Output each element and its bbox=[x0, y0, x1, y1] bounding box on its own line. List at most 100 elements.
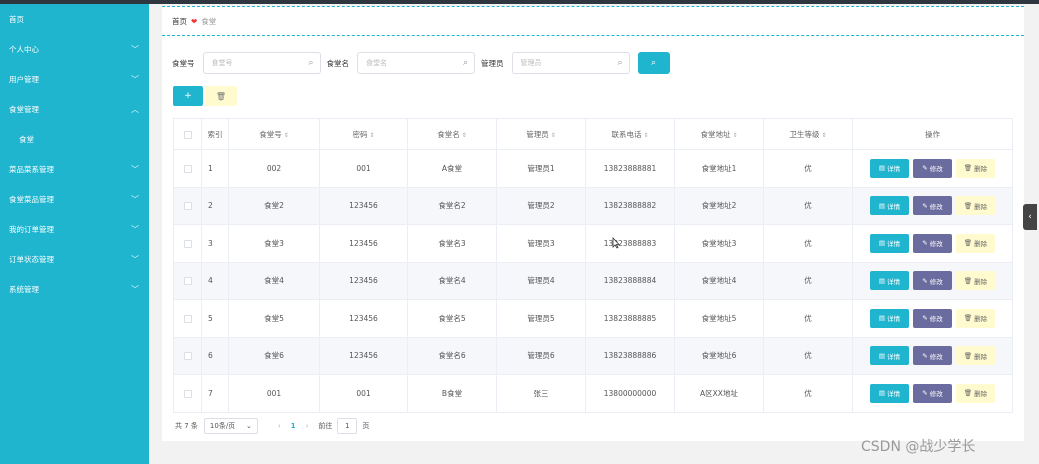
breadcrumb: 首页 ❤ 食堂 bbox=[162, 6, 1024, 36]
trash-icon: 🗑 bbox=[963, 314, 973, 323]
delete-label: 删除 bbox=[974, 277, 988, 286]
edit-button[interactable]: ✎ 修改 bbox=[913, 346, 952, 366]
table-row: 1 002 001 A食堂 管理员1 13823888881 食堂地址1 优 ▤ 详情 ✎ 修改 🗑 删除 bbox=[173, 149, 1013, 188]
table-cell: 管理员5 bbox=[496, 299, 586, 338]
table-cell: 优 bbox=[763, 336, 853, 375]
delete-button[interactable]: 🗑 删除 bbox=[956, 233, 995, 253]
sidebar: 首页个人中心 ﹀ 用户管理 ﹀ 食堂管理 ︿ 食堂 菜品菜系管理 ﹀ 食堂菜品管理 ﹀ 我的订单管理 ﹀… bbox=[0, 4, 149, 464]
sidebar-item[interactable]: 我的订单管理 ﹀ bbox=[0, 214, 149, 244]
detail-button[interactable]: ▤ 详情 bbox=[870, 383, 909, 403]
table-cell: 13823888886 bbox=[585, 336, 675, 375]
batch-delete-button[interactable]: 🗑 bbox=[205, 86, 237, 106]
column-header[interactable]: 管理员 ⇕ bbox=[496, 118, 586, 150]
canteen-name-input[interactable]: 食堂名 ⌕ bbox=[357, 52, 475, 74]
goto-page-input[interactable]: 1 bbox=[337, 418, 358, 434]
row-checkbox[interactable] bbox=[183, 277, 192, 286]
sidebar-item[interactable]: 用户管理 ﹀ bbox=[0, 64, 149, 94]
table-cell: 食堂3 bbox=[228, 224, 320, 263]
chevron-down-icon: ﹀ bbox=[131, 224, 139, 234]
row-checkbox[interactable] bbox=[183, 239, 192, 248]
sidebar-item[interactable]: 系统管理 ﹀ bbox=[0, 274, 149, 304]
canteen-no-input[interactable]: 食堂号 ⌕ bbox=[202, 52, 321, 74]
sort-icon[interactable]: ⇕ bbox=[284, 132, 289, 139]
table-cell: 123456 bbox=[319, 186, 408, 225]
delete-button[interactable]: 🗑 删除 bbox=[956, 308, 995, 328]
edit-button[interactable]: ✎ 修改 bbox=[913, 233, 952, 253]
prev-page-icon[interactable]: ‹ bbox=[278, 422, 281, 430]
detail-icon: ▤ bbox=[878, 276, 886, 285]
detail-button[interactable]: ▤ 详情 bbox=[870, 271, 909, 291]
page-size-select[interactable]: 10条/页 ⌄ bbox=[203, 418, 258, 434]
detail-icon: ▤ bbox=[878, 351, 886, 360]
sort-icon[interactable]: ⇕ bbox=[643, 132, 648, 139]
table-cell: 2 bbox=[201, 186, 229, 225]
edit-button[interactable]: ✎ 修改 bbox=[913, 158, 952, 178]
breadcrumb-home[interactable]: 首页 bbox=[172, 16, 187, 27]
sidebar-item[interactable]: 食堂管理 ︿ bbox=[0, 94, 149, 124]
sidebar-item[interactable]: 食堂 bbox=[0, 124, 149, 154]
next-page-icon[interactable]: › bbox=[306, 422, 309, 430]
search-icon: ⌕ bbox=[308, 58, 314, 68]
column-header[interactable]: 卫生等级 ⇕ bbox=[763, 118, 853, 150]
edit-button[interactable]: ✎ 修改 bbox=[913, 271, 952, 291]
column-header[interactable]: 食堂地址 ⇕ bbox=[674, 118, 764, 150]
row-checkbox[interactable] bbox=[183, 389, 192, 398]
column-header[interactable]: 密码 ⇕ bbox=[319, 118, 408, 150]
table-cell: 001 bbox=[319, 374, 408, 413]
edit-button[interactable]: ✎ 修改 bbox=[913, 383, 952, 403]
column-header-label: 索引 bbox=[207, 129, 223, 139]
edit-button[interactable]: ✎ 修改 bbox=[913, 196, 952, 216]
detail-button[interactable]: ▤ 详情 bbox=[870, 158, 909, 178]
row-checkbox[interactable] bbox=[183, 202, 192, 211]
table-cell: 1 bbox=[201, 149, 229, 188]
select-all-checkbox[interactable] bbox=[183, 130, 192, 139]
delete-button[interactable]: 🗑 删除 bbox=[956, 346, 995, 366]
row-checkbox[interactable] bbox=[183, 314, 192, 323]
delete-button[interactable]: 🗑 删除 bbox=[956, 158, 995, 178]
delete-button[interactable]: 🗑 删除 bbox=[956, 271, 995, 291]
chevron-down-icon: ﹀ bbox=[131, 74, 139, 84]
table-cell: 001 bbox=[319, 149, 408, 188]
delete-label: 删除 bbox=[974, 202, 988, 211]
table-cell: 13823888881 bbox=[585, 149, 675, 188]
side-collapse-handle[interactable]: ‹ bbox=[1023, 204, 1037, 230]
edit-button[interactable]: ✎ 修改 bbox=[913, 308, 952, 328]
edit-icon: ✎ bbox=[922, 389, 928, 398]
delete-button[interactable]: 🗑 删除 bbox=[956, 196, 995, 216]
detail-button[interactable]: ▤ 详情 bbox=[870, 308, 909, 328]
column-header[interactable]: 食堂号 ⇕ bbox=[228, 118, 320, 150]
detail-label: 详情 bbox=[887, 390, 901, 399]
sort-icon[interactable]: ⇕ bbox=[369, 132, 374, 139]
row-checkbox[interactable] bbox=[183, 164, 192, 173]
row-checkbox[interactable] bbox=[183, 352, 192, 361]
sidebar-item[interactable]: 订单状态管理 ﹀ bbox=[0, 244, 149, 274]
sort-icon[interactable]: ⇕ bbox=[551, 132, 556, 139]
column-header[interactable]: 联系电话 ⇕ bbox=[585, 118, 675, 150]
delete-button[interactable]: 🗑 删除 bbox=[956, 383, 995, 403]
sidebar-item[interactable]: 菜品菜系管理 ﹀ bbox=[0, 154, 149, 184]
chevron-left-icon: ‹ bbox=[1028, 212, 1032, 222]
sort-icon[interactable]: ⇕ bbox=[732, 132, 737, 139]
detail-button[interactable]: ▤ 详情 bbox=[870, 196, 909, 216]
detail-button[interactable]: ▤ 详情 bbox=[870, 346, 909, 366]
admin-input[interactable]: 管理员 ⌕ bbox=[511, 52, 630, 74]
detail-label: 详情 bbox=[887, 315, 901, 324]
sort-icon[interactable]: ⇕ bbox=[462, 132, 467, 139]
sidebar-item[interactable]: 食堂菜品管理 ﹀ bbox=[0, 184, 149, 214]
column-header[interactable]: 食堂名 ⇕ bbox=[407, 118, 497, 150]
trash-icon: 🗑 bbox=[963, 239, 973, 248]
add-button[interactable]: + bbox=[173, 86, 203, 106]
table-row: 2 食堂2 123456 食堂名2 管理员2 13823888882 食堂地址2 优 ▤ 详情 ✎ 修… bbox=[173, 186, 1013, 225]
sidebar-item[interactable]: 个人中心 ﹀ bbox=[0, 34, 149, 64]
detail-button[interactable]: ▤ 详情 bbox=[870, 233, 909, 253]
sort-icon[interactable]: ⇕ bbox=[821, 132, 826, 139]
edit-label: 修改 bbox=[929, 240, 943, 249]
sidebar-item-label: 首页 bbox=[9, 14, 24, 24]
sidebar-item[interactable]: 首页 bbox=[0, 4, 149, 34]
filter-bar: 食堂号 食堂号 ⌕ 食堂名 食堂名 ⌕ 管理员 管理员 ⌕ ⌕ bbox=[172, 52, 670, 74]
edit-label: 修改 bbox=[929, 352, 943, 361]
column-header-label: 食堂号 bbox=[259, 129, 282, 139]
page-number-current[interactable]: 1 bbox=[291, 422, 296, 430]
search-button[interactable]: ⌕ bbox=[637, 52, 670, 74]
table-cell: 食堂名3 bbox=[407, 224, 497, 263]
